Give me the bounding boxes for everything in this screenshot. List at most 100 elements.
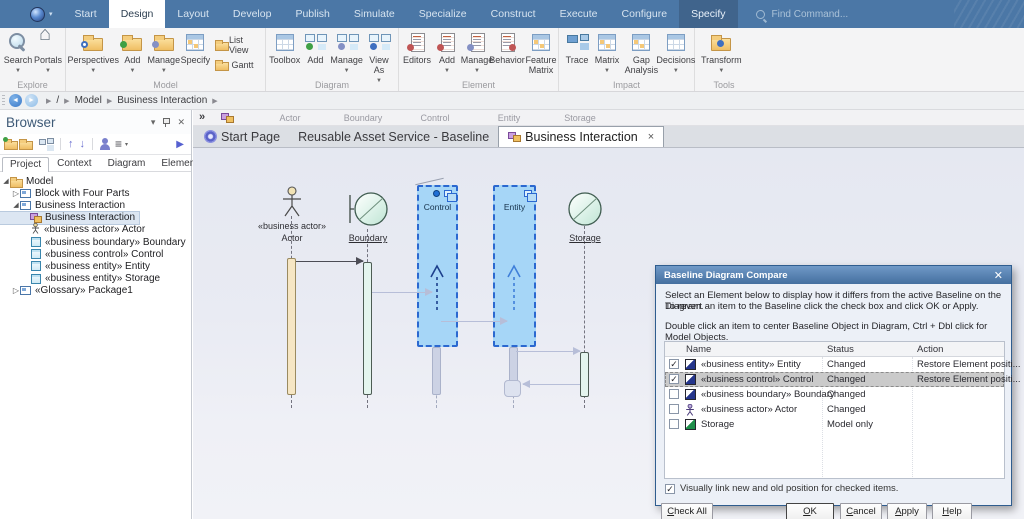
gap-analysis-button[interactable]: Gap Analysis <box>622 30 661 75</box>
menu-tab-configure[interactable]: Configure <box>610 0 680 28</box>
menu-tab-execute[interactable]: Execute <box>548 0 610 28</box>
lifeline-header-storage[interactable]: Storage <box>564 113 596 123</box>
perspectives-button[interactable]: Perspectives▼ <box>69 30 117 76</box>
activation-bar-control[interactable] <box>432 347 441 395</box>
list-view-toggle[interactable]: List View <box>215 35 259 55</box>
new-package-icon[interactable] <box>4 139 17 149</box>
search-button[interactable]: Search▼ <box>3 30 33 76</box>
tab-context[interactable]: Context <box>49 156 99 171</box>
lifeline-header-actor[interactable]: Actor <box>279 113 300 123</box>
compare-row-entity[interactable]: «business entity» Entity Changed Restore… <box>665 357 1004 372</box>
folder-icon[interactable] <box>19 139 32 149</box>
message-storage-to-entity-return[interactable] <box>523 384 580 385</box>
breadcrumb-business-interaction[interactable]: Business Interaction <box>117 95 207 106</box>
matrix-button[interactable]: Matrix▼ <box>592 30 622 76</box>
move-up-icon[interactable]: ↑ <box>68 138 74 150</box>
tree-item-business-interaction-diagram[interactable]: Business Interaction <box>0 212 139 224</box>
tree-item-boundary[interactable]: «business boundary» Boundary <box>0 236 191 248</box>
tree-item-model[interactable]: Model <box>0 175 191 187</box>
message-actor-to-boundary[interactable] <box>296 261 363 262</box>
revert-checkbox[interactable] <box>669 404 679 414</box>
transform-button[interactable]: Transform▼ <box>698 30 745 76</box>
dialog-titlebar[interactable]: Baseline Diagram Compare ✕ <box>656 266 1011 284</box>
message-boundary-to-control[interactable] <box>372 292 432 293</box>
menu-tab-develop[interactable]: Develop <box>221 0 284 28</box>
tree-expander-icon[interactable] <box>12 189 20 198</box>
cancel-button[interactable]: Cancel <box>840 503 882 519</box>
menu-tab-simulate[interactable]: Simulate <box>342 0 407 28</box>
activation-bar-boundary[interactable] <box>363 262 372 395</box>
model-manage-button[interactable]: Manage▼ <box>147 30 180 76</box>
hamburger-menu-icon[interactable]: ≡ <box>115 137 122 151</box>
compare-row-storage[interactable]: Storage Model only <box>665 417 1004 432</box>
app-menu-button[interactable]: ▾ <box>0 0 63 28</box>
nav-forward-button[interactable]: ► <box>25 94 38 107</box>
tree-expander-icon[interactable] <box>12 201 20 209</box>
view-as-button[interactable]: View As▼ <box>363 30 395 86</box>
drag-grip[interactable] <box>2 95 5 107</box>
tree-item-control[interactable]: «business control» Control <box>0 248 191 260</box>
pin-icon[interactable] <box>162 117 170 127</box>
tree-item-entity[interactable]: «business entity» Entity <box>0 260 191 272</box>
menu-tab-specialize[interactable]: Specialize <box>407 0 479 28</box>
behavior-button[interactable]: Behavior <box>492 30 522 65</box>
expand-right-icon[interactable]: ▶ <box>176 139 184 150</box>
find-command-input[interactable] <box>772 9 922 20</box>
column-header-action[interactable]: Action <box>917 344 943 355</box>
tree-expander-icon[interactable] <box>12 286 20 295</box>
check-all-button[interactable]: Check All <box>661 503 713 519</box>
decisions-button[interactable]: Decisions▼ <box>661 30 691 76</box>
move-down-icon[interactable]: ↓ <box>80 138 86 150</box>
menu-tab-layout[interactable]: Layout <box>165 0 221 28</box>
menu-tab-start[interactable]: Start <box>63 0 109 28</box>
model-hierarchy-icon[interactable] <box>39 138 53 150</box>
activation-bar-storage[interactable] <box>580 352 589 397</box>
diagram-manage-button[interactable]: Manage▼ <box>330 30 363 76</box>
gantt-toggle[interactable]: Gantt <box>215 60 259 70</box>
activation-bar-actor[interactable] <box>287 258 296 395</box>
menu-tab-design[interactable]: Design <box>109 0 166 28</box>
column-header-status[interactable]: Status <box>827 344 854 355</box>
actor-figure[interactable] <box>280 186 304 217</box>
compare-row-boundary[interactable]: «business boundary» Boundary Changed <box>665 387 1004 402</box>
tree-item-glossary-package1[interactable]: «Glossary» Package1 <box>0 285 191 297</box>
lifeline-header-entity[interactable]: Entity <box>498 113 521 123</box>
message-control-to-entity[interactable] <box>441 321 507 322</box>
compare-row-control[interactable]: «business control» Control Changed Resto… <box>665 372 1004 387</box>
tree-item-actor[interactable]: «business actor» Actor <box>0 224 191 236</box>
diagram-add-button[interactable]: Add <box>300 30 330 65</box>
close-tab-icon[interactable]: × <box>648 131 654 143</box>
menu-tab-publish[interactable]: Publish <box>283 0 341 28</box>
feature-matrix-button[interactable]: Feature Matrix <box>522 30 560 75</box>
breadcrumb-root[interactable]: / <box>56 95 59 106</box>
editors-button[interactable]: Editors <box>402 30 432 65</box>
close-icon[interactable]: ✕ <box>994 269 1003 282</box>
panel-menu-caret-icon[interactable]: ▾ <box>151 117 156 128</box>
tree-item-storage[interactable]: «business entity» Storage <box>0 273 191 285</box>
revert-checkbox[interactable] <box>669 374 679 384</box>
tree-item-block-with-four-parts[interactable]: Block with Four Parts <box>0 187 191 199</box>
element-manage-button[interactable]: Manage▼ <box>462 30 492 76</box>
tree-item-business-interaction-package[interactable]: Business Interaction <box>0 199 191 211</box>
column-header-name[interactable]: Name <box>686 344 711 355</box>
doc-tab-reusable-asset-service[interactable]: Reusable Asset Service - Baseline <box>289 126 498 147</box>
doc-tab-business-interaction[interactable]: Business Interaction × <box>498 126 664 147</box>
portals-button[interactable]: Portals▼ <box>33 30 63 76</box>
chevrons-icon[interactable]: » <box>199 111 205 123</box>
nav-back-button[interactable]: ◄ <box>9 94 22 107</box>
breadcrumb-model[interactable]: Model <box>75 95 102 106</box>
revert-checkbox[interactable] <box>669 359 679 369</box>
visually-link-option[interactable]: Visually link new and old position for c… <box>665 483 898 494</box>
storage-element[interactable] <box>565 189 605 229</box>
message-entity-to-storage[interactable] <box>516 351 580 352</box>
tab-project[interactable]: Project <box>2 157 49 172</box>
ok-button[interactable]: OK <box>786 503 834 519</box>
menu-tab-specify[interactable]: Specify <box>679 0 737 28</box>
compare-row-actor[interactable]: «business actor» Actor Changed <box>665 402 1004 417</box>
trace-button[interactable]: Trace <box>562 30 592 65</box>
model-add-button[interactable]: Add▼ <box>117 30 147 76</box>
lifeline-header-boundary[interactable]: Boundary <box>344 113 383 123</box>
element-add-button[interactable]: Add▼ <box>432 30 462 76</box>
revert-checkbox[interactable] <box>669 389 679 399</box>
revert-checkbox[interactable] <box>669 419 679 429</box>
